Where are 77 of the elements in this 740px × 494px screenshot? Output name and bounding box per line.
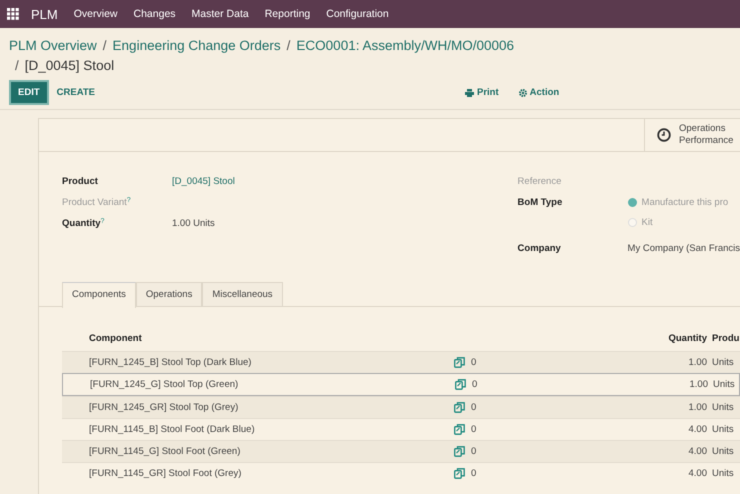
table-cell: Units xyxy=(712,468,734,479)
radio-button[interactable] xyxy=(628,198,637,207)
table-cell-text: 0 xyxy=(472,379,478,390)
tab[interactable]: Miscellaneous xyxy=(202,282,283,306)
app-grid-icon[interactable] xyxy=(7,8,19,20)
help-mark[interactable]: ? xyxy=(126,197,131,204)
print-button[interactable]: Print xyxy=(457,82,507,103)
breadcrumb-current: [D_0045] Stool xyxy=(24,57,114,75)
table-row[interactable]: [FURN_1245_G] Stool Top (Green) 0 1.00 Units xyxy=(62,373,740,396)
table-row[interactable]: [FURN_1245_B] Stool Top (Dark Blue) 0 1.00 Units xyxy=(62,351,740,373)
clock-icon xyxy=(657,128,671,142)
field-label: Product Variant xyxy=(62,197,127,208)
table-cell: Units xyxy=(712,402,734,413)
gear-icon xyxy=(518,88,527,96)
table-cell-text: [FURN_1145_G] Stool Foot (Green) xyxy=(88,446,242,457)
breadcrumb-separator: / xyxy=(15,57,19,75)
field-label: Reference xyxy=(518,176,562,187)
table-cell-text: [FURN_1145_GR] Stool Foot (Grey) xyxy=(88,468,242,479)
help-mark[interactable]: ? xyxy=(100,218,104,225)
menu-item[interactable]: Master Data xyxy=(192,8,249,20)
table-cell-text: [FURN_1245_G] Stool Top (Green) xyxy=(89,379,240,390)
table-row[interactable]: [FURN_1145_G] Stool Foot (Green) 0 4.00 Units xyxy=(62,440,740,462)
radio-label: Kit xyxy=(642,217,653,228)
tab[interactable]: Operations xyxy=(136,282,202,306)
table-cell-text: 0 xyxy=(471,468,478,479)
breadcrumb-link[interactable]: ECO0001: Assembly/WH/MO/00006 xyxy=(296,36,514,56)
table-cell-text: 1.00 xyxy=(688,379,708,390)
table-cell-text: [FURN_1245_B] Stool Top (Dark Blue) xyxy=(88,357,252,368)
copy-icon[interactable] xyxy=(455,379,466,390)
breadcrumb-separator: / xyxy=(102,37,107,55)
table-cell: Units xyxy=(713,379,735,390)
table-cell-text: 4.00 xyxy=(688,446,707,457)
table-cell-text: 1.00 xyxy=(688,402,707,413)
product-link[interactable]: [D_0045] Stool xyxy=(172,176,235,187)
copy-icon[interactable] xyxy=(454,446,465,457)
menu-item[interactable]: Changes xyxy=(134,8,176,20)
table-cell-text: 0 xyxy=(471,424,478,435)
table-cell: Units xyxy=(712,424,734,435)
edit-button[interactable]: EDIT xyxy=(9,80,49,105)
table-cell-text: 1.00 xyxy=(688,357,707,368)
field-label: Product xyxy=(62,176,98,187)
column-header: Produ xyxy=(712,332,740,344)
copy-icon[interactable] xyxy=(454,468,465,479)
table-cell-text: 4.00 xyxy=(688,468,707,479)
copy-icon[interactable] xyxy=(454,402,465,413)
table-cell-text: 4.00 xyxy=(688,424,707,435)
table-cell-text: 0 xyxy=(471,446,478,457)
menu-item[interactable]: Reporting xyxy=(264,8,310,20)
copy-icon[interactable] xyxy=(454,357,465,368)
table-cell-text: [FURN_1245_GR] Stool Top (Grey) xyxy=(88,402,240,413)
copy-icon[interactable] xyxy=(454,424,465,435)
printer-icon xyxy=(465,88,474,96)
table-cell-text: [FURN_1145_B] Stool Foot (Dark Blue) xyxy=(88,424,256,435)
field-label: Company xyxy=(518,243,562,254)
app-name[interactable]: PLM xyxy=(31,6,58,22)
table-cell: Units xyxy=(712,446,734,457)
field-label: Quantity xyxy=(62,218,101,229)
breadcrumb-separator: / xyxy=(286,37,290,55)
table-cell-text: 0 xyxy=(471,357,478,368)
table-row[interactable]: [FURN_1245_GR] Stool Top (Grey) 0 1.00 Units xyxy=(62,396,740,418)
field-label: BoM Type xyxy=(518,197,564,208)
menu-item[interactable]: Overview xyxy=(74,8,118,20)
column-header: Component xyxy=(88,332,143,344)
action-button[interactable]: Action xyxy=(510,82,568,103)
radio-label: Manufacture this pro xyxy=(642,197,728,208)
breadcrumb-link[interactable]: Engineering Change Orders xyxy=(112,36,281,56)
table-cell-text: 0 xyxy=(471,402,478,413)
table-cell: Units xyxy=(712,357,734,368)
tab[interactable]: Components xyxy=(62,282,136,308)
field-value: 1.00 Units xyxy=(172,218,215,229)
menu-item[interactable]: Configuration xyxy=(326,8,389,20)
table-row[interactable]: [FURN_1145_GR] Stool Foot (Grey) 0 4.00 Units xyxy=(62,462,740,484)
field-value: My Company (San Francis xyxy=(628,243,740,254)
breadcrumb-link[interactable]: PLM Overview xyxy=(9,36,97,56)
column-header: Quantity xyxy=(667,332,707,344)
create-button[interactable]: CREATE xyxy=(48,82,103,103)
operations-performance-button[interactable]: Operations Performance xyxy=(644,119,740,151)
